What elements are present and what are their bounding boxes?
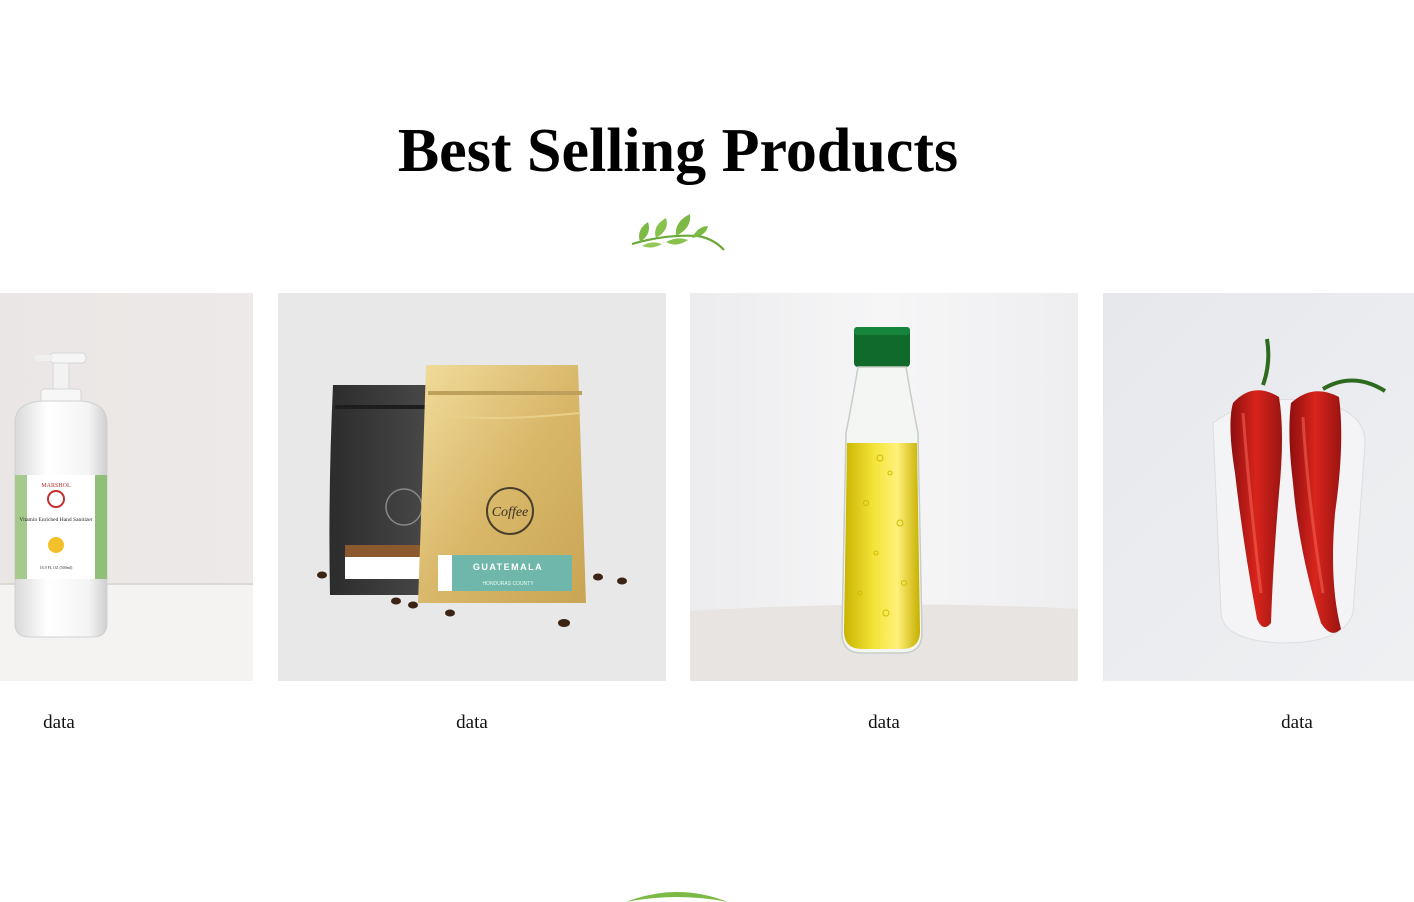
product-image[interactable] xyxy=(1103,293,1414,681)
product-card[interactable]: data xyxy=(690,293,1078,733)
product-card[interactable]: data xyxy=(1103,293,1414,733)
product-image[interactable]: Coffee GUATEMALA HONDURAS COUNTY xyxy=(278,293,666,681)
product-label[interactable]: data xyxy=(690,711,1078,735)
oil-bottle-image xyxy=(690,293,1078,681)
chili-peppers-image xyxy=(1103,293,1414,681)
coffee-origin-text: GUATEMALA xyxy=(473,562,543,572)
bottom-leaf-icon xyxy=(626,892,728,902)
product-image[interactable] xyxy=(690,293,1078,681)
coffee-region-text: HONDURAS COUNTY xyxy=(482,581,534,587)
label-name-text: Vitamin Enriched Hand Sanitizer xyxy=(19,517,92,523)
label-volume-text: 16.9 FL OZ (500ml) xyxy=(40,565,73,570)
page: Best Selling Products MARSHOL Vitamin En… xyxy=(0,0,1414,902)
coffee-bags-image: Coffee GUATEMALA HONDURAS COUNTY xyxy=(278,293,666,681)
leaf-divider-icon xyxy=(631,214,725,251)
section-title: Best Selling Products xyxy=(397,117,959,185)
product-label[interactable]: data xyxy=(0,711,253,735)
coffee-logo-text: Coffee xyxy=(492,505,529,520)
label-brand-text: MARSHOL xyxy=(41,483,71,489)
product-label[interactable]: data xyxy=(278,711,666,735)
product-card[interactable]: Coffee GUATEMALA HONDURAS COUNTY data xyxy=(278,293,666,733)
product-label[interactable]: data xyxy=(1103,711,1414,735)
product-card[interactable]: MARSHOL Vitamin Enriched Hand Sanitizer … xyxy=(0,293,253,733)
product-image[interactable]: MARSHOL Vitamin Enriched Hand Sanitizer … xyxy=(0,293,253,681)
hand-sanitizer-image: MARSHOL Vitamin Enriched Hand Sanitizer … xyxy=(0,293,253,681)
